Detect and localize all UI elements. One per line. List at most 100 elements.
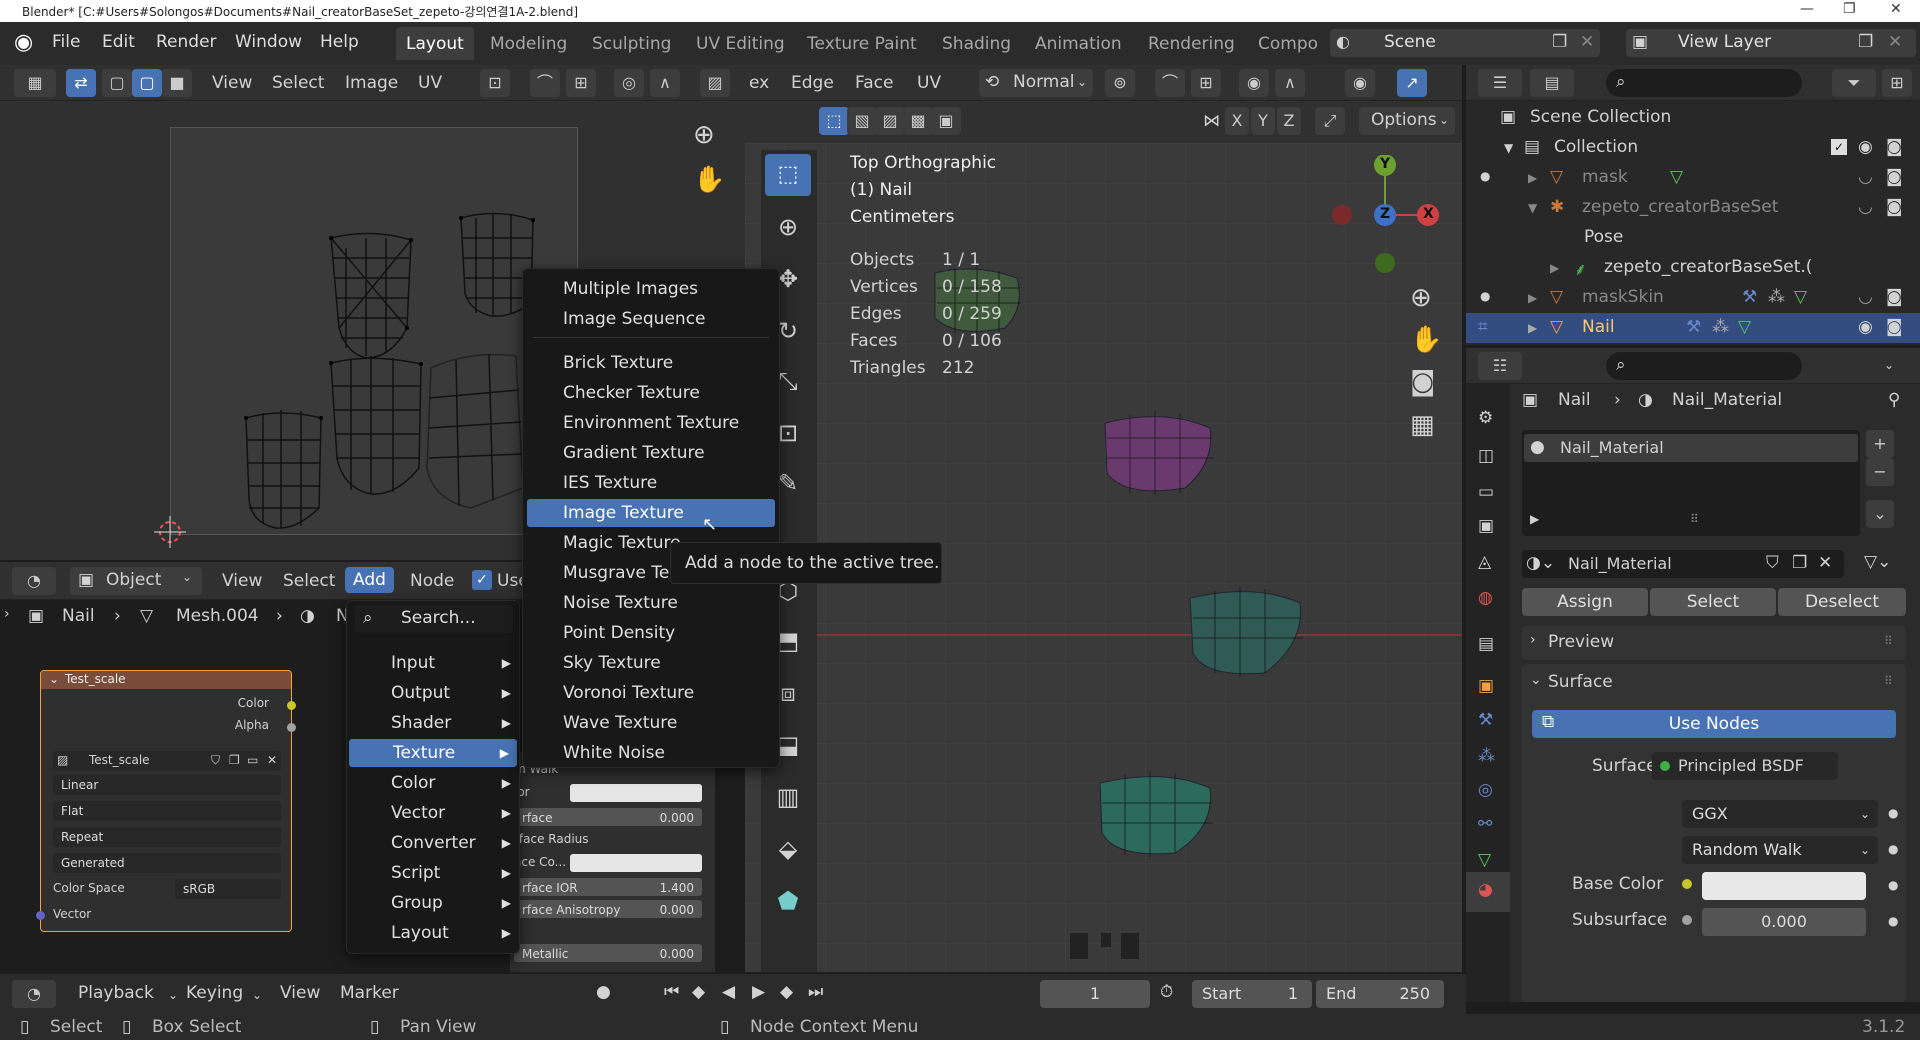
close-icon[interactable]: ✕ xyxy=(1888,32,1902,52)
tab-texture-paint[interactable]: Texture Paint xyxy=(797,27,927,60)
node-menu-node[interactable]: Node xyxy=(410,571,454,591)
node-menu-select[interactable]: Select xyxy=(283,571,335,591)
tab-rendering[interactable]: Rendering xyxy=(1138,27,1245,60)
add-slot-icon[interactable]: + xyxy=(1866,430,1894,458)
poly-build-tool-icon[interactable]: ⬟ xyxy=(765,880,811,922)
new-collection-icon[interactable]: ⊞ xyxy=(1882,69,1912,97)
next-keyframe-icon[interactable]: ◆ xyxy=(780,982,793,1002)
axis-x-toggle[interactable]: X xyxy=(1225,107,1249,135)
current-frame-field[interactable]: 1 xyxy=(1040,980,1150,1008)
eye-icon[interactable]: ◉ xyxy=(1858,137,1873,157)
transform-orientation-dropdown[interactable]: ⟲ Normal ⌄ xyxy=(979,69,1093,97)
record-icon[interactable]: ● xyxy=(596,982,611,1002)
modifier-tab-icon[interactable]: ⚒ xyxy=(1478,710,1493,730)
timeline-menu-keying[interactable]: Keying xyxy=(186,983,243,1003)
chevron-right-icon[interactable]: ▶ xyxy=(1528,321,1537,335)
image-icon[interactable]: ▨ xyxy=(700,69,730,97)
menu-help[interactable]: Help xyxy=(320,32,359,52)
add-menu-shader[interactable]: Shader ▶ xyxy=(347,709,519,737)
bsdf-field[interactable]: rface 0.000 xyxy=(514,808,702,826)
bsdf-field[interactable]: rface Anisotropy 0.000 xyxy=(514,900,702,918)
menu-item-image-sequence[interactable]: Image Sequence xyxy=(523,305,779,333)
axis-y-toggle[interactable]: Y xyxy=(1251,107,1275,135)
close-button[interactable]: ✕ xyxy=(1890,1,1902,17)
copy-icon[interactable]: ❐ xyxy=(229,753,240,767)
camera-icon[interactable]: ◙ xyxy=(1886,287,1903,307)
material-datablock[interactable]: ◑⌄ Nail_Material ⛉ ❐ ✕ xyxy=(1522,550,1844,578)
pivot-icon[interactable]: ⊚ xyxy=(1105,69,1135,97)
filter-icon[interactable]: ⏷ xyxy=(1832,69,1876,97)
add-menu-layout[interactable]: Layout ▶ xyxy=(347,919,519,947)
link-mode-icon[interactable]: ▽⌄ xyxy=(1864,552,1891,572)
outliner-row[interactable]: ▶ ⸙ zepeto_creatorBaseSet.( xyxy=(1466,253,1920,283)
editor-type-icon[interactable]: ◔ xyxy=(12,567,56,595)
use-nodes-button[interactable]: Use Nodes xyxy=(1532,710,1896,738)
edge-mode-icon[interactable]: ▢ xyxy=(132,69,162,97)
select-box-tool-icon[interactable]: ⬚ xyxy=(765,154,811,196)
checkbox-icon[interactable]: ✓ xyxy=(1831,139,1847,155)
outliner-row[interactable]: ▼ ✱ zepeto_creatorBaseSet ◡ ◙ xyxy=(1466,193,1920,223)
display-mode-icon[interactable]: ▤ xyxy=(1530,69,1574,97)
falloff-icon[interactable]: ∧ xyxy=(1275,69,1305,97)
chevron-down-icon[interactable]: ▼ xyxy=(1528,201,1537,215)
axis-z-toggle[interactable]: Z xyxy=(1277,107,1301,135)
menu-item-point-density[interactable]: Point Density xyxy=(523,619,779,647)
menu-edit[interactable]: Edit xyxy=(102,32,135,52)
uv-menu-image[interactable]: Image xyxy=(345,73,398,93)
proportional-icon[interactable]: ◎ xyxy=(614,69,644,97)
distribution-dropdown[interactable]: GGX ⌄ xyxy=(1682,800,1878,828)
menu-item-image-texture[interactable]: Image Texture xyxy=(527,499,775,527)
sync-selection-icon[interactable]: ⇄ xyxy=(66,69,96,97)
chevron-down-icon[interactable]: ⌄ xyxy=(1884,358,1894,372)
add-menu-group[interactable]: Group ▶ xyxy=(347,889,519,917)
image-texture-node[interactable]: ⌄ Test_scale Color Alpha ▨ Test_scale ⛉ … xyxy=(36,670,296,932)
blender-logo-icon[interactable]: ◉ xyxy=(14,30,33,55)
outliner-row-selected[interactable]: ⌗ ▶ ▽ Nail ⚒ ⁂ ▽ ◉ ◙ xyxy=(1466,313,1920,343)
editor-type-icon[interactable]: ☰ xyxy=(1478,69,1522,97)
copy-icon[interactable]: ❐ xyxy=(1552,32,1567,52)
copy-icon[interactable]: ❐ xyxy=(1792,553,1807,573)
menu-item-gradient-texture[interactable]: Gradient Texture xyxy=(523,439,779,467)
vp-menu-face[interactable]: Face xyxy=(855,73,893,93)
add-menu-texture[interactable]: Texture ▶ xyxy=(349,739,517,767)
outliner-row[interactable]: ▣ Scene Collection xyxy=(1466,103,1920,133)
tab-animation[interactable]: Animation xyxy=(1025,27,1132,60)
stopwatch-icon[interactable]: ⏱ xyxy=(1160,982,1173,1002)
copy-icon[interactable]: ❐ xyxy=(1858,32,1873,52)
vp-menu-vertex[interactable]: ex xyxy=(749,73,769,93)
tab-modeling[interactable]: Modeling xyxy=(480,27,577,60)
vertex-mode-icon[interactable]: ▢ xyxy=(102,69,132,97)
chevron-down-icon[interactable]: ⌄ xyxy=(1530,672,1542,688)
menu-item-wave-texture[interactable]: Wave Texture xyxy=(523,709,779,737)
cursor-tool-icon[interactable]: ⊕ xyxy=(765,206,811,248)
assign-button[interactable]: Assign xyxy=(1522,588,1648,616)
render-tab-icon[interactable]: ◫ xyxy=(1478,446,1494,466)
properties-editor[interactable]: ☷ ⌕ ⌄ ⚙ ◫ ▭ ▣ ◬ ◍ ▤ ▣ ⚒ ⁂ ◎ ⚯ ▽ ◕ ▣ Nail… xyxy=(1466,348,1920,1002)
output-alpha-socket[interactable] xyxy=(287,723,296,732)
data-tab-icon[interactable]: ▽ xyxy=(1478,850,1491,870)
menu-item-sky-texture[interactable]: Sky Texture xyxy=(523,649,779,677)
editor-type-icon[interactable]: ◔ xyxy=(12,980,56,1008)
chevron-down-icon[interactable]: ▼ xyxy=(1504,141,1513,155)
options-dropdown[interactable]: Options ⌄ xyxy=(1359,107,1455,135)
source-dropdown[interactable]: Generated xyxy=(53,853,281,873)
chevron-right-icon[interactable]: ▶ xyxy=(1530,512,1539,526)
slot-specials-icon[interactable]: ⌄ xyxy=(1866,500,1894,528)
view-layer-tab-icon[interactable]: ▣ xyxy=(1478,516,1494,536)
resize-grip-icon[interactable]: ⠿ xyxy=(1690,512,1699,526)
mode-extend-icon[interactable]: ▧ xyxy=(847,107,877,135)
prev-keyframe-icon[interactable]: ◆ xyxy=(692,982,705,1002)
maximize-button[interactable]: ❐ xyxy=(1843,1,1856,17)
chevron-right-icon[interactable]: ▶ xyxy=(1550,261,1559,275)
folder-icon[interactable]: ▭ xyxy=(247,753,258,767)
timeline-menu-view[interactable]: View xyxy=(280,983,320,1003)
mode-subtract-icon[interactable]: ▨ xyxy=(875,107,905,135)
material-slot-list[interactable]: ● Nail_Material ▶ ⠿ xyxy=(1522,430,1860,536)
add-menu-output[interactable]: Output ▶ xyxy=(347,679,519,707)
node-menu-add[interactable]: Add xyxy=(345,567,394,593)
use-nodes-checkbox[interactable]: ✓ xyxy=(472,570,492,590)
mode-invert-icon[interactable]: ▩ xyxy=(903,107,933,135)
tab-shading[interactable]: Shading xyxy=(932,27,1021,60)
tab-compositing[interactable]: Compo xyxy=(1248,27,1328,60)
bsdf-field[interactable]: rface IOR 1.400 xyxy=(514,878,702,896)
